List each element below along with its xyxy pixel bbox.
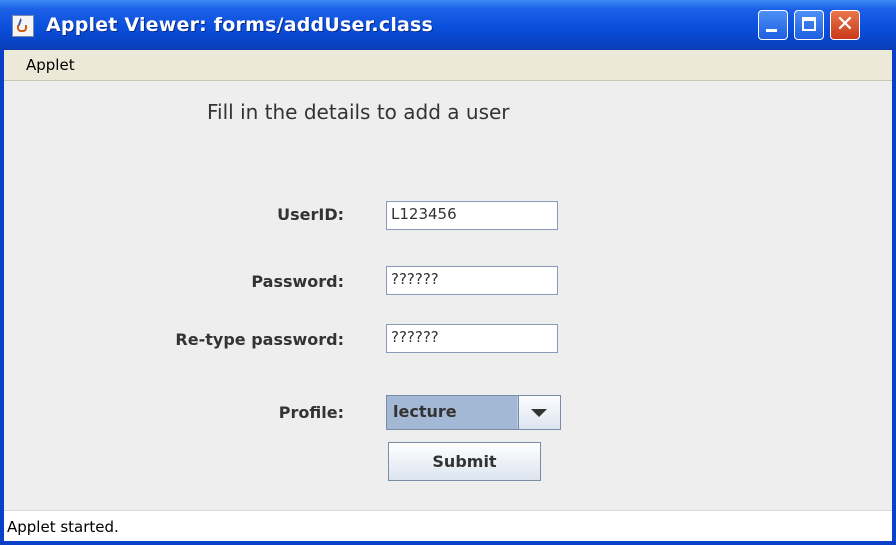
maximize-button[interactable] bbox=[794, 10, 824, 40]
password-field[interactable]: ?????? bbox=[386, 266, 558, 295]
close-icon: ✕ bbox=[835, 12, 855, 37]
menu-bar: Applet bbox=[4, 50, 892, 81]
profile-selected-value[interactable]: lecture bbox=[387, 396, 517, 429]
password-value: ?????? bbox=[391, 270, 439, 288]
password-label: Password: bbox=[251, 272, 344, 291]
retype-password-field[interactable]: ?????? bbox=[386, 324, 558, 353]
form-heading: Fill in the details to add a user bbox=[207, 100, 510, 124]
retype-password-value: ?????? bbox=[391, 328, 439, 346]
userid-label: UserID: bbox=[277, 205, 344, 224]
profile-label: Profile: bbox=[278, 403, 344, 422]
chevron-down-icon bbox=[531, 409, 547, 417]
minimize-icon bbox=[766, 29, 777, 32]
retype-password-label: Re-type password: bbox=[175, 330, 344, 349]
java-cup-icon[interactable] bbox=[12, 15, 34, 37]
profile-dropdown-button[interactable] bbox=[518, 396, 560, 429]
maximize-icon bbox=[802, 17, 816, 31]
menu-applet[interactable]: Applet bbox=[26, 56, 75, 74]
status-bar: Applet started. bbox=[4, 510, 892, 541]
submit-button[interactable]: Submit bbox=[388, 442, 541, 481]
window-title: Applet Viewer: forms/addUser.class bbox=[46, 14, 434, 36]
userid-field[interactable]: L123456 bbox=[386, 201, 558, 230]
status-text: Applet started. bbox=[7, 518, 119, 536]
profile-select[interactable]: lecture bbox=[386, 395, 561, 430]
title-bar[interactable]: Applet Viewer: forms/addUser.class ✕ bbox=[0, 0, 896, 50]
minimize-button[interactable] bbox=[758, 10, 788, 40]
userid-value: L123456 bbox=[391, 205, 457, 223]
applet-viewer-window: Applet Viewer: forms/addUser.class ✕ App… bbox=[0, 0, 896, 545]
close-button[interactable]: ✕ bbox=[830, 10, 860, 40]
